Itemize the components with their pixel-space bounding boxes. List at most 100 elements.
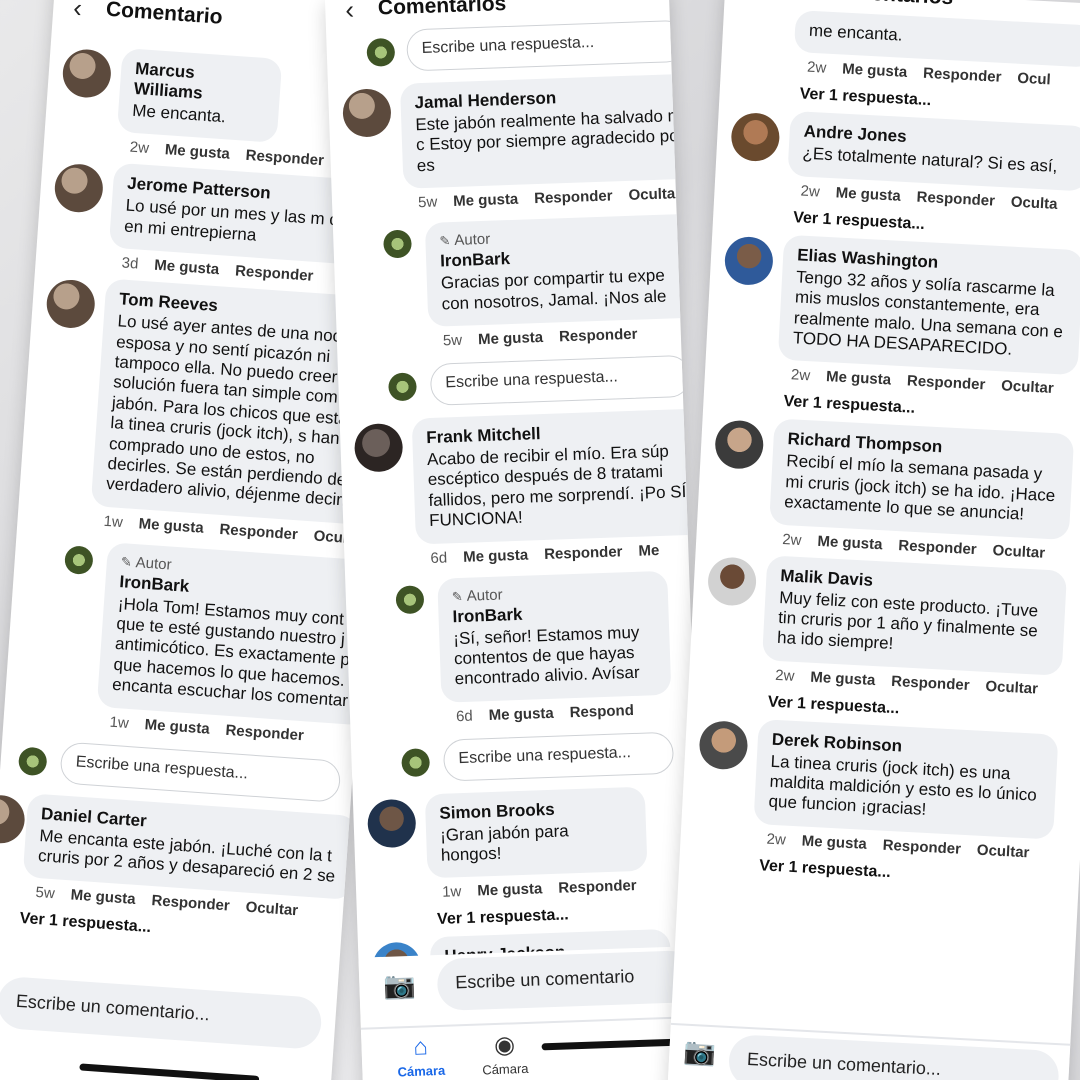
hide-button[interactable]: Ocultar bbox=[976, 842, 1029, 862]
reply-button[interactable]: Responder bbox=[534, 188, 613, 208]
comment: Richard Thompson Recibí el mío la semana… bbox=[696, 415, 1080, 564]
comment-text: Recibí el mío la semana pasada y mi crur… bbox=[783, 451, 1056, 524]
reply-button[interactable]: Responder bbox=[151, 892, 230, 914]
reply-button[interactable]: Responder bbox=[891, 673, 970, 694]
comment-time: 3d bbox=[121, 254, 139, 273]
reply-button[interactable]: Responder bbox=[559, 326, 638, 346]
reply-button[interactable]: Respond bbox=[569, 702, 634, 721]
like-button[interactable]: Me gusta bbox=[154, 257, 220, 278]
reply-button[interactable]: Responder bbox=[245, 147, 324, 169]
like-button[interactable]: Me gusta bbox=[842, 61, 908, 81]
back-arrow-icon[interactable]: ‹ bbox=[345, 0, 355, 25]
comment: me encanta. 2w Me gusta Responder Ocul V… bbox=[719, 6, 1080, 120]
author-reply: ✎ Autor IronBark ¡Sí, señor! Estamos muy … bbox=[345, 569, 694, 728]
hide-button[interactable]: Ocultar bbox=[992, 542, 1045, 562]
reply-button[interactable]: Responder bbox=[916, 188, 995, 209]
avatar[interactable] bbox=[723, 235, 775, 286]
author-badge-label: Autor bbox=[135, 553, 173, 574]
avatar[interactable] bbox=[0, 793, 27, 845]
tab-bar: 📷 Escribe un comentario ⌂ Cámara ◉ Cámar… bbox=[358, 945, 708, 1080]
avatar[interactable] bbox=[63, 544, 94, 575]
reply-bubble: ✎ Autor IronBark ¡Sí, señor! Estamos muy … bbox=[437, 570, 672, 703]
tab-home[interactable]: ⌂ Cámara bbox=[385, 1032, 457, 1079]
comment-text: Gracias por compartir tu expe con nosotr… bbox=[440, 265, 667, 314]
like-button[interactable]: Me gusta bbox=[144, 716, 210, 737]
avatar[interactable] bbox=[706, 555, 758, 607]
reply-input-row: Escribe una respuesta... bbox=[338, 353, 692, 413]
comment-text: Muy feliz con este producto. ¡Tuve tin c… bbox=[776, 587, 1039, 654]
reply-input[interactable]: Escribe una respuesta... bbox=[59, 741, 342, 803]
comment-time: 1w bbox=[103, 512, 124, 531]
comment-time: 2w bbox=[766, 830, 787, 849]
like-button[interactable]: Me gusta bbox=[478, 329, 544, 348]
avatar[interactable] bbox=[730, 112, 781, 163]
camera-icon[interactable]: 📷 bbox=[383, 970, 416, 1002]
comment-bubble: Jamal Henderson Este jabón realmente ha … bbox=[399, 73, 704, 189]
like-button[interactable]: Me gusta bbox=[463, 546, 529, 565]
like-button[interactable]: Me gusta bbox=[488, 704, 554, 723]
avatar[interactable] bbox=[61, 47, 113, 100]
reply-button[interactable]: Responder bbox=[235, 263, 314, 285]
comment-bubble: Richard Thompson Recibí el mío la semana… bbox=[769, 418, 1075, 540]
avatar[interactable] bbox=[342, 88, 392, 138]
like-button[interactable]: Me gusta bbox=[164, 142, 230, 163]
profile-icon: ◉ bbox=[493, 1031, 516, 1060]
avatar[interactable] bbox=[383, 229, 413, 259]
reply-button[interactable]: Responder bbox=[882, 837, 961, 858]
comment-input[interactable]: Escribe un comentario bbox=[436, 950, 697, 1011]
hide-button[interactable]: Ocul bbox=[1017, 70, 1051, 89]
hide-button[interactable]: Ocultar bbox=[1001, 378, 1054, 398]
like-button[interactable]: Me gusta bbox=[826, 368, 892, 388]
avatar[interactable] bbox=[395, 584, 425, 614]
comment-time: 2w bbox=[774, 666, 795, 685]
comment-bubble: Daniel Carter Me encanta este jabón. ¡Lu… bbox=[22, 792, 358, 901]
reply-input[interactable]: Escribe una respuesta... bbox=[442, 731, 675, 782]
avatar[interactable] bbox=[353, 422, 404, 473]
reply-button[interactable]: Responder bbox=[219, 521, 298, 543]
like-button[interactable]: Me gusta bbox=[801, 832, 867, 852]
tab-label: Cámara bbox=[397, 1062, 446, 1080]
view-replies-link[interactable]: Ver 1 respuesta... bbox=[437, 902, 701, 929]
reply-button[interactable]: Responder bbox=[907, 373, 986, 394]
camera-icon[interactable]: 📷 bbox=[683, 1036, 717, 1069]
reply-button[interactable]: Responder bbox=[898, 537, 977, 558]
comment-text: Tengo 32 años y solía rascarme la mis mu… bbox=[792, 267, 1064, 359]
comment-text: ¡Sí, señor! Estamos muy contentos de que… bbox=[452, 622, 640, 689]
reply-button[interactable]: Responder bbox=[544, 543, 623, 563]
like-button[interactable]: Me gusta bbox=[835, 184, 901, 204]
back-arrow-icon[interactable]: ‹ bbox=[72, 0, 83, 23]
hide-button[interactable]: Me bbox=[638, 542, 659, 560]
avatar[interactable] bbox=[366, 798, 417, 849]
commenter-name[interactable]: Marcus Williams bbox=[133, 59, 267, 108]
hide-button[interactable]: Oculta bbox=[1010, 193, 1058, 212]
view-replies-link[interactable]: Ver 1 respuesta... bbox=[759, 857, 1080, 892]
reply-input[interactable]: Escribe una respuesta... bbox=[406, 19, 688, 72]
avatar[interactable] bbox=[698, 719, 749, 771]
tab-divider bbox=[360, 1015, 705, 1030]
like-button[interactable]: Me gusta bbox=[453, 191, 519, 210]
like-button[interactable]: Me gusta bbox=[70, 887, 136, 908]
like-button[interactable]: Me gusta bbox=[817, 532, 883, 552]
reply-button[interactable]: Responder bbox=[225, 721, 304, 743]
comment-bubble: Malik Davis Muy feliz con este producto.… bbox=[762, 554, 1068, 676]
page-title: Comentarios bbox=[377, 0, 507, 20]
comment-bubble: Andre Jones ¿Es totalmente natural? Si e… bbox=[787, 111, 1080, 192]
comment-input[interactable]: Escribe un comentario... bbox=[727, 1033, 1060, 1080]
tab-profile[interactable]: ◉ Cámara bbox=[469, 1029, 541, 1077]
like-button[interactable]: Me gusta bbox=[477, 881, 543, 900]
comment-input[interactable]: Escribe un comentario... bbox=[0, 975, 323, 1051]
reply-bubble: ✎ Autor IronBark Gracias por compartir tu… bbox=[424, 213, 699, 327]
reply-input[interactable]: Escribe una respuesta... bbox=[429, 354, 692, 406]
hide-button[interactable]: Ocultar bbox=[985, 678, 1038, 698]
hide-button[interactable]: Ocultar bbox=[628, 185, 681, 204]
pencil-icon: ✎ bbox=[451, 588, 464, 604]
like-button[interactable]: Me gusta bbox=[810, 668, 876, 688]
reply-button[interactable]: Responder bbox=[923, 65, 1002, 86]
like-button[interactable]: Me gusta bbox=[138, 515, 204, 536]
comment-actions: 5w Me gusta Responder Ocultar bbox=[418, 185, 682, 211]
hide-button[interactable]: Ocultar bbox=[245, 899, 299, 920]
avatar[interactable] bbox=[45, 278, 97, 330]
avatar[interactable] bbox=[53, 163, 105, 215]
avatar[interactable] bbox=[714, 419, 765, 471]
reply-button[interactable]: Responder bbox=[558, 877, 637, 897]
